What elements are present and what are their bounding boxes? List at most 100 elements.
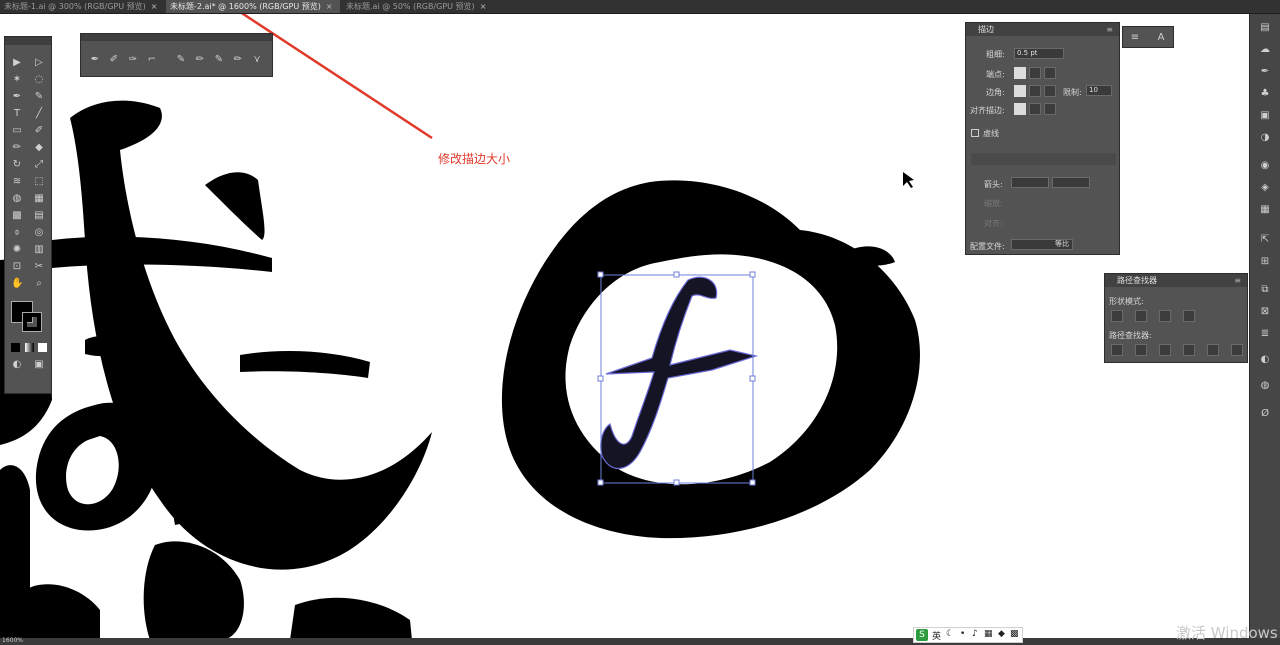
symbol-sprayer-icon[interactable]: ✺: [11, 244, 23, 256]
artboards-icon[interactable]: ▦: [1258, 204, 1272, 216]
crop-button[interactable]: [1183, 344, 1195, 356]
align-inside-button[interactable]: [1029, 103, 1041, 115]
color-mode-icon[interactable]: [11, 343, 20, 352]
exclude-button[interactable]: [1183, 310, 1195, 322]
transform-icon[interactable]: ⊠: [1258, 306, 1272, 318]
scale-icon[interactable]: ⤢: [33, 159, 45, 171]
gradient-icon[interactable]: ◐: [1258, 354, 1272, 366]
minus-front-button[interactable]: [1135, 310, 1147, 322]
gradient-mode-icon[interactable]: [25, 343, 34, 352]
grid-menu-icon[interactable]: ▩: [1010, 629, 1019, 639]
hand-icon[interactable]: ✋: [11, 278, 23, 290]
close-icon[interactable]: ×: [326, 2, 333, 11]
stroke-swatch[interactable]: [22, 312, 42, 332]
brush-icon[interactable]: ✑: [127, 54, 139, 66]
panel-menu-icon[interactable]: ≡: [1234, 274, 1241, 287]
paragraph-icon[interactable]: ≡: [1129, 32, 1141, 44]
miter-limit-input[interactable]: 10: [1086, 85, 1112, 96]
direct-selection-icon[interactable]: ▷: [33, 57, 45, 69]
rotate-icon[interactable]: ↻: [11, 159, 23, 171]
character-icon[interactable]: A: [1155, 32, 1167, 44]
minus-back-button[interactable]: [1231, 344, 1243, 356]
selection-tool-icon[interactable]: ▶: [11, 57, 23, 69]
graphic-styles-icon[interactable]: ▣: [1258, 110, 1272, 122]
slice-icon[interactable]: ✂: [33, 261, 45, 273]
panel-menu-icon[interactable]: ≡: [1106, 23, 1113, 36]
microphone-icon[interactable]: ♪: [972, 629, 978, 639]
close-icon[interactable]: ×: [480, 2, 487, 11]
join-tool-icon[interactable]: ⋎: [251, 54, 263, 66]
round-join-button[interactable]: [1029, 85, 1041, 97]
skin-icon[interactable]: ◆: [998, 629, 1005, 639]
screen-mode-icon[interactable]: ▣: [33, 359, 45, 371]
tab-document-3[interactable]: 未标题.ai @ 50% (RGB/GPU 预览) ×: [342, 0, 512, 13]
graph-icon[interactable]: ▥: [33, 244, 45, 256]
shaper-icon[interactable]: ✎: [175, 54, 187, 66]
pen-icon[interactable]: ✒: [11, 91, 23, 103]
type-tool-icon[interactable]: T: [11, 108, 23, 120]
keyboard-icon[interactable]: ▦: [984, 629, 993, 639]
end-arrowhead-select[interactable]: [1052, 177, 1090, 188]
color-icon[interactable]: ◉: [1258, 160, 1272, 172]
gradient-icon[interactable]: ▤: [33, 210, 45, 222]
layers-icon[interactable]: ▤: [1258, 22, 1272, 34]
dashed-line-checkbox[interactable]: [971, 129, 979, 137]
width-tool-icon[interactable]: ≋: [11, 176, 23, 188]
shape-builder-icon[interactable]: ◍: [11, 193, 23, 205]
curvature-icon[interactable]: ✎: [33, 91, 45, 103]
blob-brush-icon[interactable]: ✒: [89, 54, 101, 66]
miter-join-button[interactable]: [1014, 85, 1026, 97]
butt-cap-button[interactable]: [1014, 67, 1026, 79]
stroke-weight-input[interactable]: 0.5 pt: [1014, 48, 1064, 59]
rectangle-icon[interactable]: ▭: [11, 125, 23, 137]
eyedropper-icon[interactable]: ⌽: [11, 227, 23, 239]
ime-language-toggle[interactable]: 英: [932, 629, 941, 642]
square-cap-button[interactable]: [1044, 67, 1056, 79]
trim-button[interactable]: [1135, 344, 1147, 356]
unite-button[interactable]: [1111, 310, 1123, 322]
dash-gap-fields[interactable]: [971, 153, 1116, 165]
zoom-level[interactable]: 1600%: [2, 637, 23, 644]
artboard-icon[interactable]: ⊡: [11, 261, 23, 273]
intersect-button[interactable]: [1159, 310, 1171, 322]
symbols-icon[interactable]: ♣: [1258, 88, 1272, 100]
blend-icon[interactable]: ◎: [33, 227, 45, 239]
start-arrowhead-select[interactable]: [1011, 177, 1049, 188]
tab-document-1[interactable]: 未标题-1.ai @ 300% (RGB/GPU 预览) ×: [0, 0, 166, 13]
magic-wand-icon[interactable]: ✶: [11, 74, 23, 86]
free-transform-icon[interactable]: ⬚: [33, 176, 45, 188]
pathfinder-icon[interactable]: ⧉: [1258, 284, 1272, 296]
align-center-button[interactable]: [1014, 103, 1026, 115]
layers-stack-icon[interactable]: ◈: [1258, 182, 1272, 194]
pencil-icon[interactable]: ✏: [194, 54, 206, 66]
outline-button[interactable]: [1207, 344, 1219, 356]
tab-document-2[interactable]: 未标题-2.ai* @ 1600% (RGB/GPU 预览) ×: [166, 0, 340, 13]
smooth-icon[interactable]: ✎: [213, 54, 225, 66]
mesh-icon[interactable]: ▩: [11, 210, 23, 222]
close-icon[interactable]: ×: [151, 2, 158, 11]
moon-icon[interactable]: ☾: [946, 629, 954, 639]
path-eraser-icon[interactable]: ✏: [232, 54, 244, 66]
round-cap-button[interactable]: [1029, 67, 1041, 79]
paintbrush-icon[interactable]: ✐: [33, 125, 45, 137]
libraries-icon[interactable]: ☁: [1258, 44, 1272, 56]
punctuation-icon[interactable]: •: [960, 629, 965, 639]
lasso-icon[interactable]: ◌: [33, 74, 45, 86]
brushes-icon[interactable]: ✒: [1258, 66, 1272, 78]
align-outside-button[interactable]: [1044, 103, 1056, 115]
pencil-icon[interactable]: ✏: [11, 142, 23, 154]
export-icon[interactable]: ⇱: [1258, 234, 1272, 246]
stroke-icon[interactable]: ≣: [1258, 328, 1272, 340]
eraser-icon[interactable]: ◆: [33, 142, 45, 154]
none-mode-icon[interactable]: [38, 343, 47, 352]
perspective-icon[interactable]: ▦: [33, 193, 45, 205]
appearance-icon[interactable]: ◑: [1258, 132, 1272, 144]
corner-tool-icon[interactable]: ⌐: [146, 54, 158, 66]
width-profile-select[interactable]: 等比: [1011, 239, 1073, 250]
draw-mode-icon[interactable]: ◐: [11, 359, 23, 371]
bevel-join-button[interactable]: [1044, 85, 1056, 97]
glyphs-icon[interactable]: Ø: [1258, 408, 1272, 420]
align-icon[interactable]: ⊞: [1258, 256, 1272, 268]
zoom-icon[interactable]: ⌕: [33, 278, 45, 290]
brush-icon[interactable]: ✐: [108, 54, 120, 66]
